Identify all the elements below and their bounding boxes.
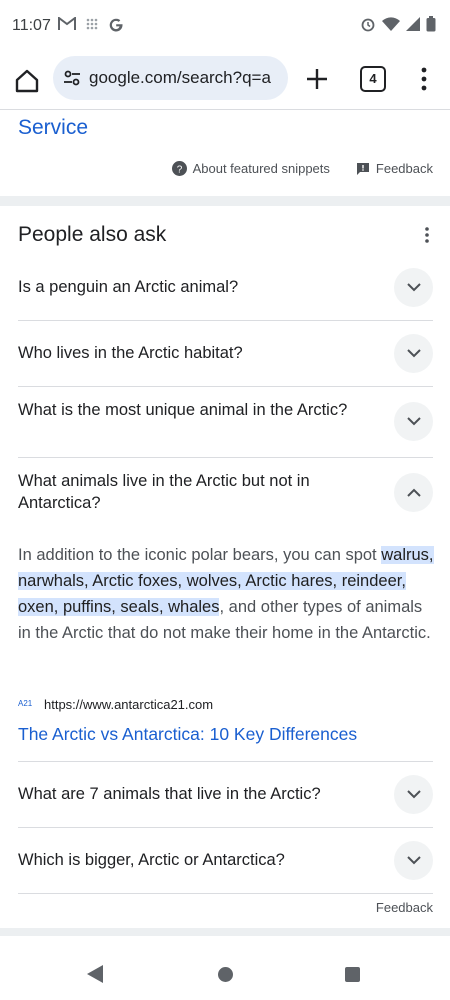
answer-text-before: In addition to the iconic polar bears, y… <box>18 546 382 564</box>
more-options-icon[interactable] <box>418 66 430 92</box>
signal-icon <box>406 17 420 31</box>
divider <box>18 761 433 762</box>
expand-chevron[interactable] <box>394 775 433 814</box>
chevron-down-icon <box>406 283 421 292</box>
back-icon[interactable] <box>87 965 103 983</box>
answer-snippet: In addition to the iconic polar bears, y… <box>18 542 438 646</box>
divider <box>18 457 433 458</box>
url-bar[interactable]: google.com/search?q=a <box>53 56 288 100</box>
expand-chevron[interactable] <box>394 268 433 307</box>
wifi-icon <box>382 16 400 31</box>
paa-title: People also ask <box>18 223 167 246</box>
feedback-icon[interactable] <box>356 162 370 176</box>
expand-chevron[interactable] <box>394 402 433 441</box>
about-featured-snippets-link[interactable]: About featured snippets <box>193 161 330 176</box>
browser-toolbar: google.com/search?q=a 4 <box>0 54 450 110</box>
snippet-feedback-row: ? About featured snippets Feedback <box>171 161 433 176</box>
new-tab-icon[interactable] <box>304 66 330 92</box>
divider <box>18 893 433 894</box>
chevron-down-icon <box>406 790 421 799</box>
paa-question[interactable]: Which is bigger, Arctic or Antarctica? <box>18 849 348 871</box>
expand-chevron[interactable] <box>394 841 433 880</box>
toolbar-divider <box>0 109 450 110</box>
recents-icon[interactable] <box>345 967 360 982</box>
source-favicon: A21 <box>18 699 33 708</box>
divider <box>18 386 433 387</box>
alarm-icon <box>361 18 375 32</box>
svg-text:?: ? <box>176 165 182 176</box>
source-title-link[interactable]: The Arctic vs Antarctica: 10 Key Differe… <box>18 724 357 745</box>
home-icon[interactable] <box>12 66 42 96</box>
grid-icon <box>86 18 98 30</box>
tab-switcher-button[interactable]: 4 <box>360 66 386 92</box>
chevron-up-icon <box>406 488 421 497</box>
section-separator <box>0 196 450 206</box>
chevron-down-icon <box>406 349 421 358</box>
google-icon <box>109 18 123 32</box>
site-settings-icon[interactable] <box>61 67 83 89</box>
battery-icon <box>426 16 436 32</box>
collapse-chevron[interactable] <box>394 473 433 512</box>
status-time: 11:07 <box>12 17 51 34</box>
expand-chevron[interactable] <box>394 334 433 373</box>
service-link[interactable]: Service <box>18 116 88 140</box>
help-icon[interactable]: ? <box>171 161 187 176</box>
chevron-down-icon <box>406 417 421 426</box>
url-text[interactable]: google.com/search?q=a <box>89 68 279 88</box>
gmail-icon <box>58 17 76 30</box>
paa-feedback-link[interactable]: Feedback <box>376 900 433 915</box>
paa-question[interactable]: Is a penguin an Arctic animal? <box>18 276 348 298</box>
chevron-down-icon <box>406 856 421 865</box>
divider <box>18 320 433 321</box>
paa-question[interactable]: Who lives in the Arctic habitat? <box>18 342 348 364</box>
divider <box>18 827 433 828</box>
paa-more-icon[interactable] <box>424 226 430 244</box>
paa-question-expanded[interactable]: What animals live in the Arctic but not … <box>18 470 348 514</box>
section-separator <box>0 928 450 936</box>
home-nav-icon[interactable] <box>218 967 233 982</box>
system-nav-bar <box>0 944 450 1000</box>
source-url[interactable]: https://www.antarctica21.com <box>44 697 213 712</box>
paa-question[interactable]: What are 7 animals that live in the Arct… <box>18 783 348 805</box>
paa-question[interactable]: What is the most unique animal in the Ar… <box>18 399 348 421</box>
status-bar: 11:07 <box>0 0 450 54</box>
feedback-link[interactable]: Feedback <box>376 161 433 176</box>
